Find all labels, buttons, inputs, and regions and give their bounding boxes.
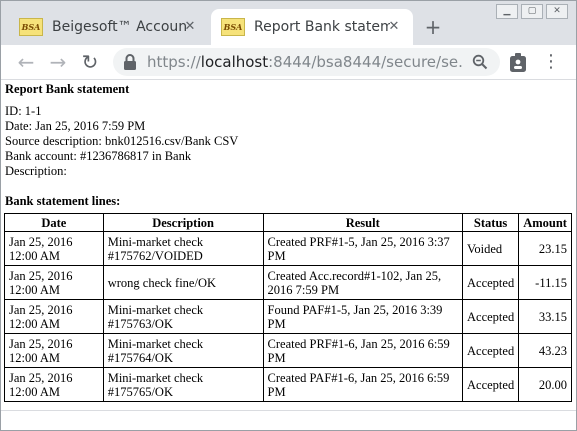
cell-description: Mini-market check #175764/OK [102,333,264,368]
cell-date: Jan 25, 2016 12:00 AM [4,265,104,300]
cell-result: Created Acc.record#1-102, Jan 25, 2016 7… [262,265,464,300]
detail-id: ID: 1-1 [5,104,42,118]
cell-status: Accepted [461,333,520,368]
table-row: Jan 25, 2016 12:00 AM Mini-market check … [4,299,572,334]
window-controls: ▁ ▢ ✕ [496,4,568,19]
tab-title: Beigesoft™ Accounting [52,19,188,35]
cell-date: Jan 25, 2016 12:00 AM [4,299,104,334]
cell-result: Found PAF#1-5, Jan 25, 2016 3:39 PM [262,299,464,334]
detail-date: Date: Jan 25, 2016 7:59 PM [5,119,146,133]
close-icon[interactable]: ✕ [385,18,403,36]
tab-strip: BSA Beigesoft™ Accounting ✕ BSA Report B… [1,1,576,45]
menu-icon[interactable]: ⋮ [542,50,560,74]
browser-window: BSA Beigesoft™ Accounting ✕ BSA Report B… [0,0,577,431]
column-header-date: Date [4,213,104,232]
cell-result: Created PRF#1-5, Jan 25, 2016 3:37 PM [262,231,464,266]
extension-icon[interactable] [509,53,527,73]
lines-heading: Bank statement lines: [5,194,121,208]
detail-description: Description: [5,164,67,178]
page-title: Report Bank statement [5,82,130,96]
column-header-amount: Amount [518,213,572,232]
cell-description: Mini-market check #175762/VOIDED [102,231,264,266]
forward-arrow-icon[interactable]: → [45,49,71,75]
cell-status: Accepted [461,299,520,334]
tab-report-bank-statement[interactable]: BSA Report Bank statement ✕ [211,9,413,45]
browser-toolbar: ← → ↻ https://localhost:8444/bsa8444/sec… [1,45,576,80]
bsa-favicon-icon: BSA [221,18,245,36]
statement-details: ID: 1-1 Date: Jan 25, 2016 7:59 PM Sourc… [5,104,238,179]
page-content: Report Bank statement ID: 1-1 Date: Jan … [1,80,576,430]
column-header-status: Status [461,213,520,232]
close-window-button[interactable]: ✕ [546,4,568,19]
cell-date: Jan 25, 2016 12:00 AM [4,231,104,266]
url-text[interactable]: https://localhost:8444/bsa8444/secure/se… [147,53,462,71]
address-bar[interactable]: https://localhost:8444/bsa8444/secure/se… [113,48,500,76]
back-arrow-icon[interactable]: ← [13,49,39,75]
cell-status: Accepted [461,367,520,402]
bsa-favicon-icon: BSA [19,18,43,36]
cell-description: wrong check fine/OK [102,265,264,300]
bank-statement-lines-table: Date Description Result Status Amount Ja… [4,213,572,402]
cell-result: Created PAF#1-6, Jan 25, 2016 6:59 PM [262,367,464,402]
table-row: Jan 25, 2016 12:00 AM Mini-market check … [4,231,572,266]
tab-beigesoft-accounting[interactable]: BSA Beigesoft™ Accounting ✕ [9,9,209,45]
column-header-result: Result [262,213,464,232]
table-row: Jan 25, 2016 12:00 AM wrong check fine/O… [4,265,572,300]
cell-date: Jan 25, 2016 12:00 AM [4,367,104,402]
cell-amount: 23.15 [518,231,572,266]
column-header-description: Description [102,213,264,232]
table-row: Jan 25, 2016 12:00 AM Mini-market check … [4,333,572,368]
maximize-button[interactable]: ▢ [521,4,543,19]
cell-amount: 43.23 [518,333,572,368]
cell-description: Mini-market check #175763/OK [102,299,264,334]
table-row: Jan 25, 2016 12:00 AM Mini-market check … [4,367,572,402]
detail-bank-account: Bank account: #1236786817 in Bank [5,149,192,163]
reload-icon[interactable]: ↻ [77,49,103,75]
close-icon[interactable]: ✕ [181,18,199,36]
tab-title: Report Bank statement [254,19,390,35]
lock-icon [124,54,136,70]
cell-amount: 33.15 [518,299,572,334]
detail-source-description: Source description: bnk012516.csv/Bank C… [5,134,239,148]
zoom-icon[interactable] [472,54,488,70]
cell-amount: 20.00 [518,367,572,402]
cell-status: Voided [461,231,520,266]
page-bottom-edge [1,410,576,430]
table-header-row: Date Description Result Status Amount [4,213,572,232]
cell-status: Accepted [461,265,520,300]
new-tab-button[interactable]: + [421,15,445,39]
cell-amount: -11.15 [518,265,572,300]
cell-date: Jan 25, 2016 12:00 AM [4,333,104,368]
minimize-button[interactable]: ▁ [496,4,518,19]
cell-description: Mini-market check #175765/OK [102,367,264,402]
cell-result: Created PRF#1-6, Jan 25, 2016 6:59 PM [262,333,464,368]
